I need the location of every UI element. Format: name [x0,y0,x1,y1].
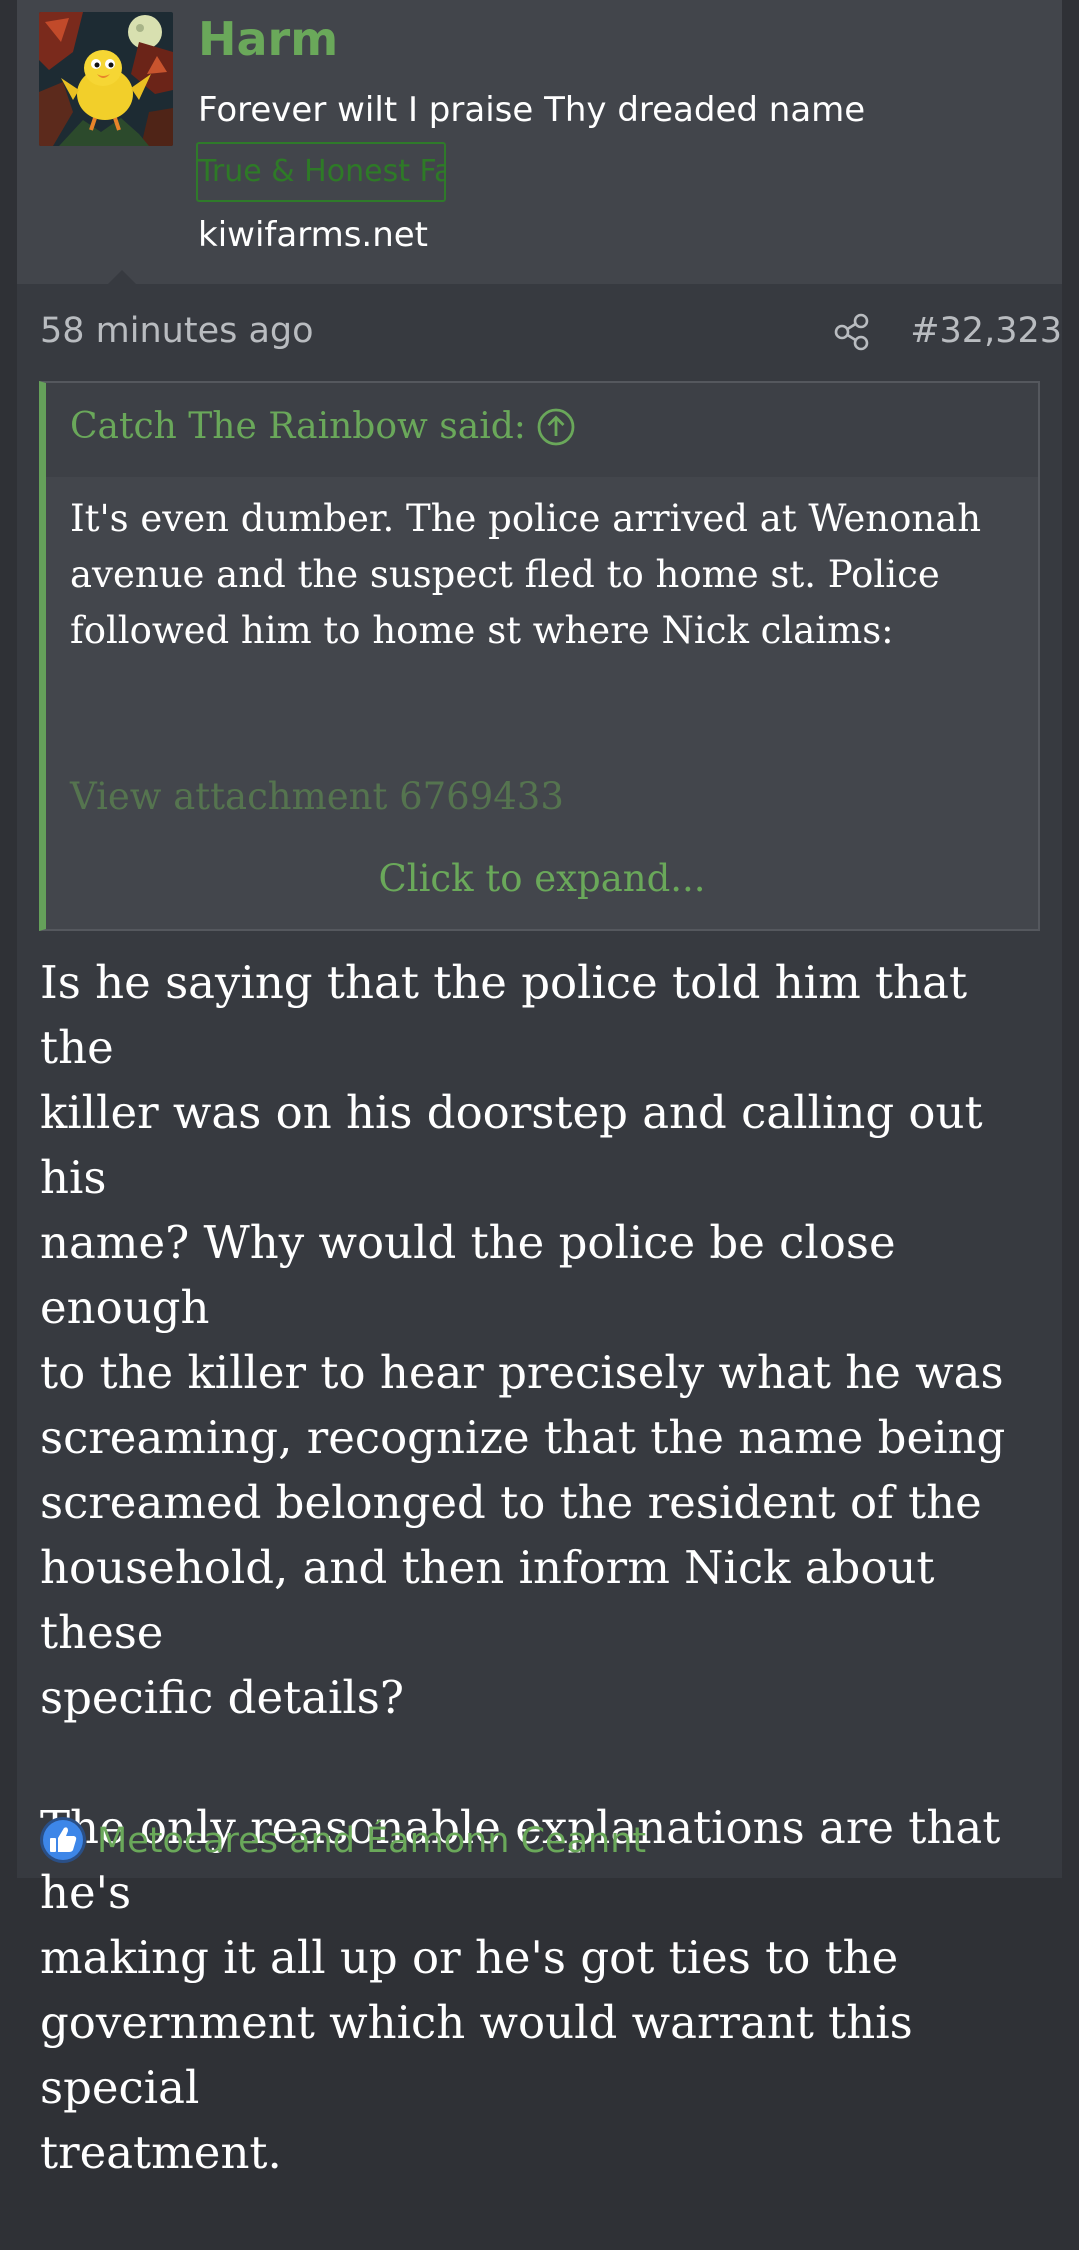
post-line: household, and then inform Nick about th… [40,1541,935,1659]
share-icon[interactable] [832,312,872,352]
quote-block: Catch The Rainbow said: It's even dumber… [39,381,1040,931]
post-line: Is he saying that the police told him th… [40,956,968,1074]
quote-line: avenue and the suspect fled to home st. … [70,553,940,596]
username[interactable]: Harm [198,14,338,65]
quote-content: It's even dumber. The police arrived at … [70,491,1010,659]
post-timestamp[interactable]: 58 minutes ago [40,310,314,352]
attachment-link[interactable]: View attachment 6769433 [70,775,564,819]
quote-header: Catch The Rainbow said: [46,383,1038,477]
post-line: killer was on his doorstep and calling o… [40,1086,983,1204]
reaction-users-link[interactable]: Metocares and Éamonn Ceannt [97,1820,646,1862]
expand-link[interactable]: Click to expand... [46,857,1038,901]
post-line: screamed belonged to the resident of the [40,1476,982,1529]
post-line: treatment. [40,2126,282,2179]
post-line: screaming, recognize that the name being [40,1411,1006,1464]
user-block: Harm Forever wilt I praise Thy dreaded n… [17,0,1062,285]
post: Harm Forever wilt I praise Thy dreaded n… [17,0,1062,2179]
user-block-arrow [107,270,137,285]
quote-author[interactable]: Catch The Rainbow said: [70,405,526,448]
user-site: kiwifarms.net [198,215,429,255]
user-banner: True & Honest Fan [196,142,446,202]
user-title: Forever wilt I praise Thy dreaded name [198,90,866,130]
post-line: to the killer to hear precisely what he … [40,1346,1004,1399]
avatar[interactable] [39,12,173,146]
quote-line: followed him to home st where Nick claim… [70,609,894,652]
post-number[interactable]: #32,323 [910,310,1062,352]
like-icon [40,1817,86,1863]
post-line: specific details? [40,1671,404,1724]
post-body: Is he saying that the police told him th… [40,950,1040,2250]
quote-line: It's even dumber. The police arrived at … [70,497,982,540]
post-line: making it all up or he's got ties to the [40,1931,899,1984]
post-line: government which would warrant this spec… [40,1996,913,2114]
page: Harm Forever wilt I praise Thy dreaded n… [0,0,1079,2179]
arrow-up-circle-icon[interactable] [536,407,576,447]
post-line: name? Why would the police be close enou… [40,1216,896,1334]
avatar-image [39,12,173,146]
post-paragraph: Is he saying that the police told him th… [40,950,1040,1730]
